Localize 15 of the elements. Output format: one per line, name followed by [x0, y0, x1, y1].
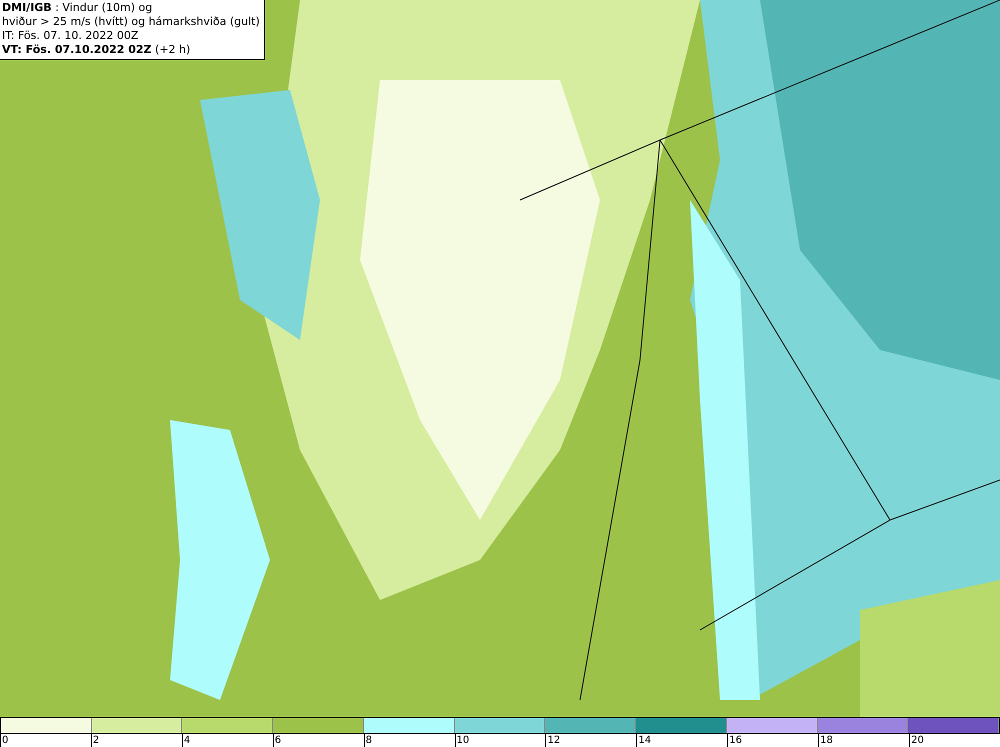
legend-tick-label: 8	[364, 734, 372, 747]
legend-tick-label: 2	[90, 734, 100, 747]
legend-tick-label: 10	[454, 734, 470, 747]
legend-tick-label: 14	[636, 734, 652, 747]
legend-tick-label: 6	[272, 734, 282, 747]
header-line: hviður > 25 m/s (hvítt) og hámarkshviða (gult)	[2, 15, 260, 29]
legend-tick-label: 16	[727, 734, 742, 747]
legend-tick-label: 12	[545, 734, 560, 747]
legend-tick-label: 0	[0, 734, 8, 747]
legend-tick-label: 4	[182, 734, 190, 747]
legend-tick-label: 20	[909, 734, 924, 747]
legend-tick-label: 18	[818, 734, 833, 747]
header-line: DMI/IGB : Vindur (10m) og	[2, 1, 154, 15]
header-line: VT: Fös. 07.10.2022 02Z (+2 h)	[2, 43, 192, 57]
header-line: IT: Fös. 07. 10. 2022 00Z	[2, 29, 140, 43]
